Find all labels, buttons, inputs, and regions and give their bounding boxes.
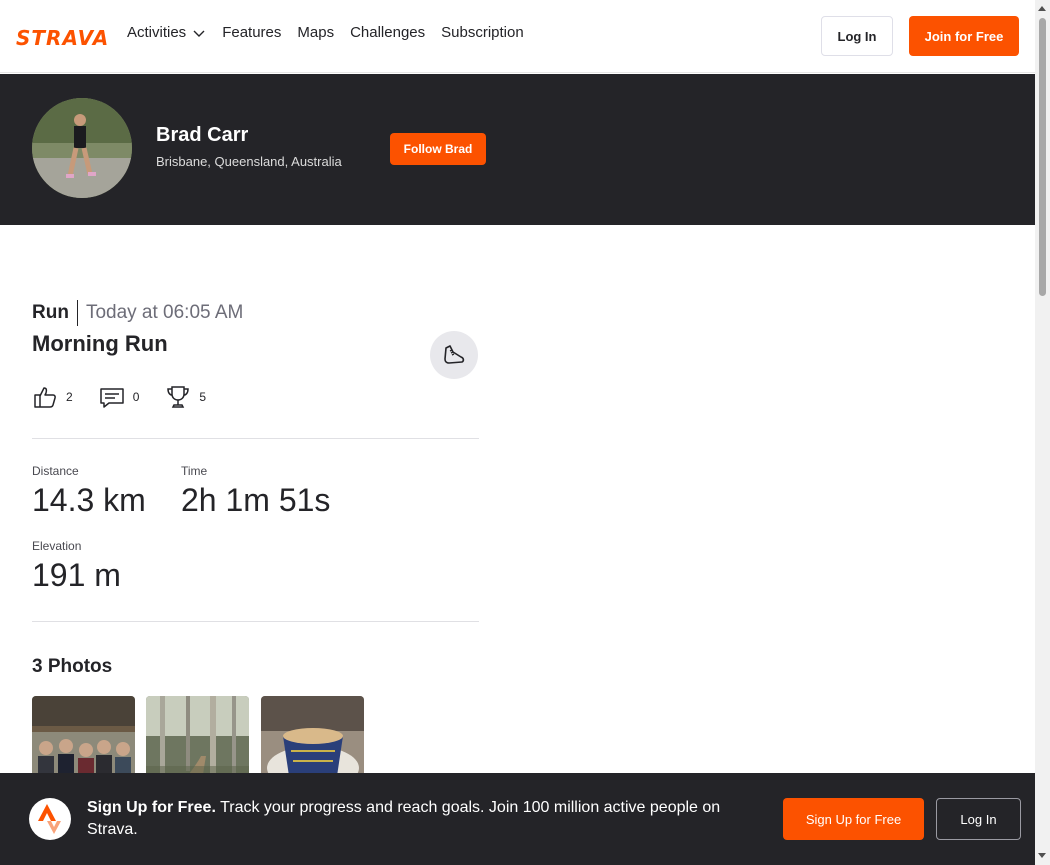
nav-link-subscription[interactable]: Subscription [441, 24, 524, 41]
achievements-count: 5 [199, 390, 207, 404]
athlete-banner: Brad Carr Brisbane, Queensland, Australi… [0, 74, 1035, 225]
achievements-button[interactable]: 5 [165, 384, 206, 410]
scroll-down-arrow[interactable] [1038, 853, 1046, 858]
chevron-down-icon [193, 30, 205, 37]
stat-label: Elevation [32, 539, 82, 553]
nav-link-challenges[interactable]: Challenges [350, 24, 425, 41]
nav-link-activities[interactable]: Activities [127, 24, 206, 41]
signup-message: Sign Up for Free. Track your progress an… [87, 797, 757, 841]
strava-logo[interactable]: STRAVA [16, 26, 109, 50]
stat-time: Time 2h 1m 51s [181, 464, 330, 519]
signup-button[interactable]: Sign Up for Free [783, 798, 924, 840]
athlete-location: Brisbane, Queensland, Australia [156, 154, 342, 169]
social-actions: 2 0 5 [32, 384, 206, 410]
top-nav: STRAVA Activities Features Maps Challeng… [0, 0, 1035, 73]
login-button[interactable]: Log In [821, 16, 893, 56]
divider [32, 438, 479, 439]
thumbs-up-icon [34, 387, 56, 408]
nav-link-label: Subscription [441, 24, 524, 41]
activity-datetime: Today at 06:05 AM [85, 302, 244, 323]
avatar[interactable] [32, 98, 132, 198]
nav-link-label: Challenges [350, 24, 426, 41]
scroll-up-arrow[interactable] [1038, 6, 1046, 11]
nav-link-maps[interactable]: Maps [297, 24, 334, 41]
scrollbar[interactable] [1035, 0, 1050, 865]
signup-login-button[interactable]: Log In [936, 798, 1021, 840]
avatar-image [32, 98, 132, 198]
kudos-button[interactable]: 2 [32, 384, 73, 410]
activity-type: Run [32, 300, 78, 326]
nav-link-label: Features [222, 24, 282, 41]
signup-banner: Sign Up for Free. Track your progress an… [0, 773, 1035, 865]
stat-distance: Distance 14.3 km [32, 464, 146, 519]
signup-headline: Sign Up for Free. [87, 799, 216, 816]
strava-badge-icon [29, 798, 71, 840]
trophy-icon [167, 386, 190, 408]
join-button[interactable]: Join for Free [909, 16, 1019, 56]
stat-elevation: Elevation 191 m [32, 539, 121, 594]
strava-chevron-icon [38, 804, 61, 834]
gear-button[interactable] [430, 331, 478, 379]
stat-value: 191 m [32, 557, 121, 593]
nav-links: Activities Features Maps Challenges Subs… [127, 24, 524, 41]
divider [32, 621, 479, 622]
kudos-count: 2 [66, 390, 73, 404]
activity-title: Morning Run [32, 331, 168, 356]
activity-header: Run Today at 06:05 AM [32, 300, 243, 326]
athlete-name[interactable]: Brad Carr [156, 124, 248, 147]
stat-label: Time [181, 464, 208, 478]
shoe-icon [444, 345, 465, 364]
comment-icon [99, 388, 124, 408]
photos-title: 3 Photos [32, 656, 113, 677]
comments-button[interactable]: 0 [99, 384, 140, 410]
scroll-thumb[interactable] [1039, 18, 1046, 296]
nav-link-label: Maps [297, 24, 335, 41]
comments-count: 0 [132, 390, 140, 404]
nav-link-label: Activities [127, 24, 187, 41]
stat-value: 2h 1m 51s [181, 482, 331, 518]
follow-button[interactable]: Follow Brad [390, 133, 486, 165]
stat-label: Distance [32, 464, 79, 478]
nav-link-features[interactable]: Features [222, 24, 281, 41]
stat-value: 14.3 km [32, 482, 146, 518]
